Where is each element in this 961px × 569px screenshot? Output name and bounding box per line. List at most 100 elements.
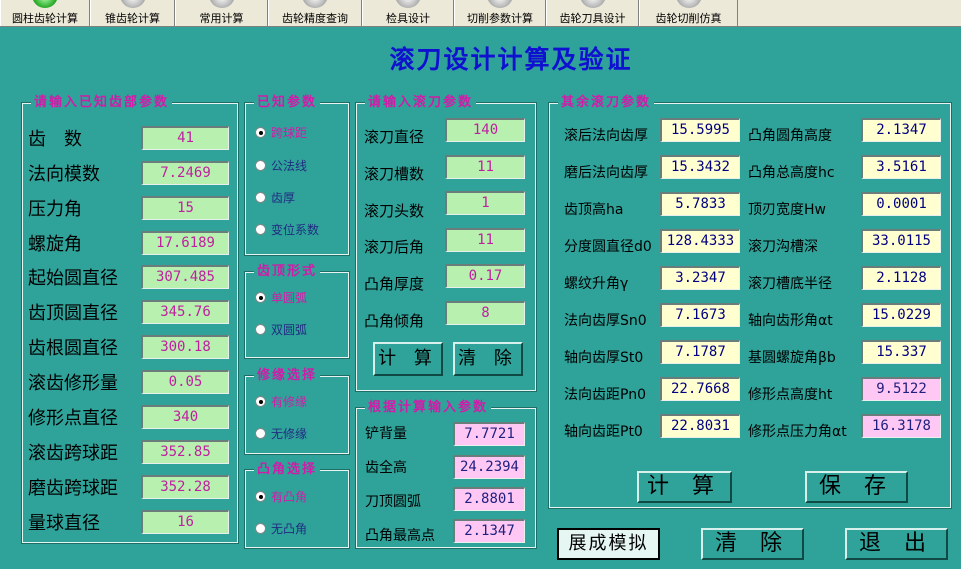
param-label: 法向齿厚Sn0 [564,313,647,329]
generation-simulation-button[interactable]: 展成模拟 [557,528,660,560]
param-label: 起始圆直径 [28,268,118,289]
axial-pitch-pt0-field[interactable]: 22.8031 [660,414,740,438]
modification-point-diameter-input[interactable]: 340 [141,405,229,429]
normal-module-input[interactable]: 7.2469 [141,161,229,185]
modification-point-pressure-angle-field[interactable]: 16.3178 [861,414,941,438]
radio-span-measurement[interactable]: 公法线 [255,157,307,175]
bump-peak-field[interactable]: 2.1347 [453,519,525,543]
hobbing-ball-distance-input[interactable]: 352.85 [141,440,229,464]
hobbing-modification-input[interactable]: 0.05 [141,370,229,394]
tab-cutting-params[interactable]: 切削参数计算 [454,0,546,26]
gear-icon [487,0,513,8]
tab-bevel-gear[interactable]: 锥齿轮计算 [90,0,175,26]
param-label: 滚刀直径 [364,128,425,146]
param-label: 顶刃宽度Hw [748,202,826,218]
grinding-ball-distance-input[interactable]: 352.28 [141,475,229,499]
param-label: 压力角 [28,199,82,220]
param-label: 滚刀沟槽深 [748,239,818,255]
tip-radius-field[interactable]: 2.8801 [453,487,525,511]
other-calc-button[interactable]: 计 算 [637,471,732,503]
tab-gauge-design[interactable]: 检具设计 [362,0,454,26]
radio-with-relief[interactable]: 有修缘 [255,393,307,411]
param-label: 滚齿跨球距 [28,443,118,464]
tab-common-calc[interactable]: 常用计算 [175,0,268,26]
radio-double-arc[interactable]: 双圆弧 [255,321,307,339]
tab-cylindrical-gear[interactable]: 圆柱齿轮计算 [0,0,90,26]
radio-single-arc[interactable]: 单圆弧 [255,289,307,307]
param-label: 齿顶圆直径 [28,303,118,324]
param-label: 法向齿距Pn0 [564,387,646,403]
bump-thickness-input[interactable]: 0.17 [445,264,525,288]
flute-depth-field[interactable]: 33.0115 [861,229,941,253]
radio-dot-icon [255,523,266,534]
param-label: 磨后法向齿厚 [564,165,648,181]
axial-profile-angle-field[interactable]: 15.0229 [861,303,941,327]
param-label: 齿顶高ha [564,202,624,218]
radio-without-bump[interactable]: 无凸角 [255,520,307,538]
tab-gear-accuracy[interactable]: 齿轮精度查询 [268,0,362,26]
tip-diameter-input[interactable]: 345.76 [141,300,229,324]
hob-clearance-angle-input[interactable]: 11 [445,228,525,252]
ground-normal-thickness-field[interactable]: 15.3432 [660,155,740,179]
pressure-angle-input[interactable]: 15 [141,196,229,220]
group-legend: 修缘选择 [254,368,321,384]
start-diameter-input[interactable]: 307.485 [141,265,229,289]
base-helix-angle-field[interactable]: 15.337 [861,340,941,364]
relief-amount-field[interactable]: 7.7721 [453,422,525,446]
hobbed-normal-thickness-field[interactable]: 15.5995 [660,118,740,142]
flute-root-radius-field[interactable]: 2.1128 [861,266,941,290]
radio-without-relief[interactable]: 无修缘 [255,425,307,443]
radio-dot-icon [255,324,266,335]
tip-form-group: 齿顶形式 [244,264,350,359]
param-label: 轴向齿距Pt0 [564,424,643,440]
bump-angle-input[interactable]: 8 [445,301,525,325]
param-label: 磨齿跨球距 [28,478,118,499]
param-label: 齿根圆直径 [28,338,118,359]
bump-fillet-height-field[interactable]: 2.1347 [861,118,941,142]
param-label: 刀顶圆弧 [365,494,421,510]
param-label: 分度圆直径d0 [564,239,652,255]
param-label: 滚齿修形量 [28,373,118,394]
param-label: 滚刀槽数 [364,165,425,183]
bump-total-height-field[interactable]: 3.5161 [861,155,941,179]
lead-angle-field[interactable]: 3.2347 [660,266,740,290]
tip-width-field[interactable]: 0.0001 [861,192,941,216]
normal-thickness-sn0-field[interactable]: 7.1673 [660,303,740,327]
radio-dot-icon [255,224,266,235]
radio-dot-icon [255,192,266,203]
gear-icon [119,0,146,8]
axial-thickness-st0-field[interactable]: 7.1787 [660,340,740,364]
save-button[interactable]: 保 存 [805,471,908,503]
root-diameter-input[interactable]: 300.18 [141,335,229,359]
helix-angle-input[interactable]: 17.6189 [141,231,229,255]
modification-point-height-field[interactable]: 9.5122 [861,377,941,401]
gear-green-icon [32,0,58,8]
whole-depth-field[interactable]: 24.2394 [453,455,525,479]
ball-diameter-input[interactable]: 16 [141,510,229,534]
radio-tooth-thickness[interactable]: 齿厚 [255,189,295,207]
radio-dot-icon [255,428,266,439]
group-legend: 已知参数 [254,95,321,111]
hob-calc-button[interactable]: 计 算 [373,342,443,376]
hob-diameter-input[interactable]: 140 [445,118,525,142]
radio-ball-distance[interactable]: 跨球距 [255,124,307,142]
normal-pitch-pn0-field[interactable]: 22.7668 [660,377,740,401]
clear-all-button[interactable]: 清 除 [701,528,804,560]
param-label: 修形点压力角αt [748,424,847,440]
exit-button[interactable]: 退 出 [845,528,948,560]
pitch-diameter-field[interactable]: 128.4333 [660,229,740,253]
param-label: 基圆螺旋角βb [748,350,836,366]
param-label: 凸角倾角 [364,312,425,330]
hob-starts-input[interactable]: 1 [445,191,525,215]
tab-cutting-simulation[interactable]: 齿轮切削仿真 [639,0,738,26]
param-label: 滚刀头数 [364,202,425,220]
radio-with-bump[interactable]: 有凸角 [255,488,307,506]
teeth-count-input[interactable]: 41 [141,126,229,150]
radio-shift-coefficient[interactable]: 变位系数 [255,221,319,239]
param-label: 凸角总高度hc [748,165,835,181]
addendum-field[interactable]: 5.7833 [660,192,740,216]
hob-clear-button[interactable]: 清 除 [453,342,523,376]
tab-tool-design[interactable]: 齿轮刀具设计 [546,0,639,26]
hob-flutes-input[interactable]: 11 [445,155,525,179]
radio-dot-icon [255,491,266,502]
